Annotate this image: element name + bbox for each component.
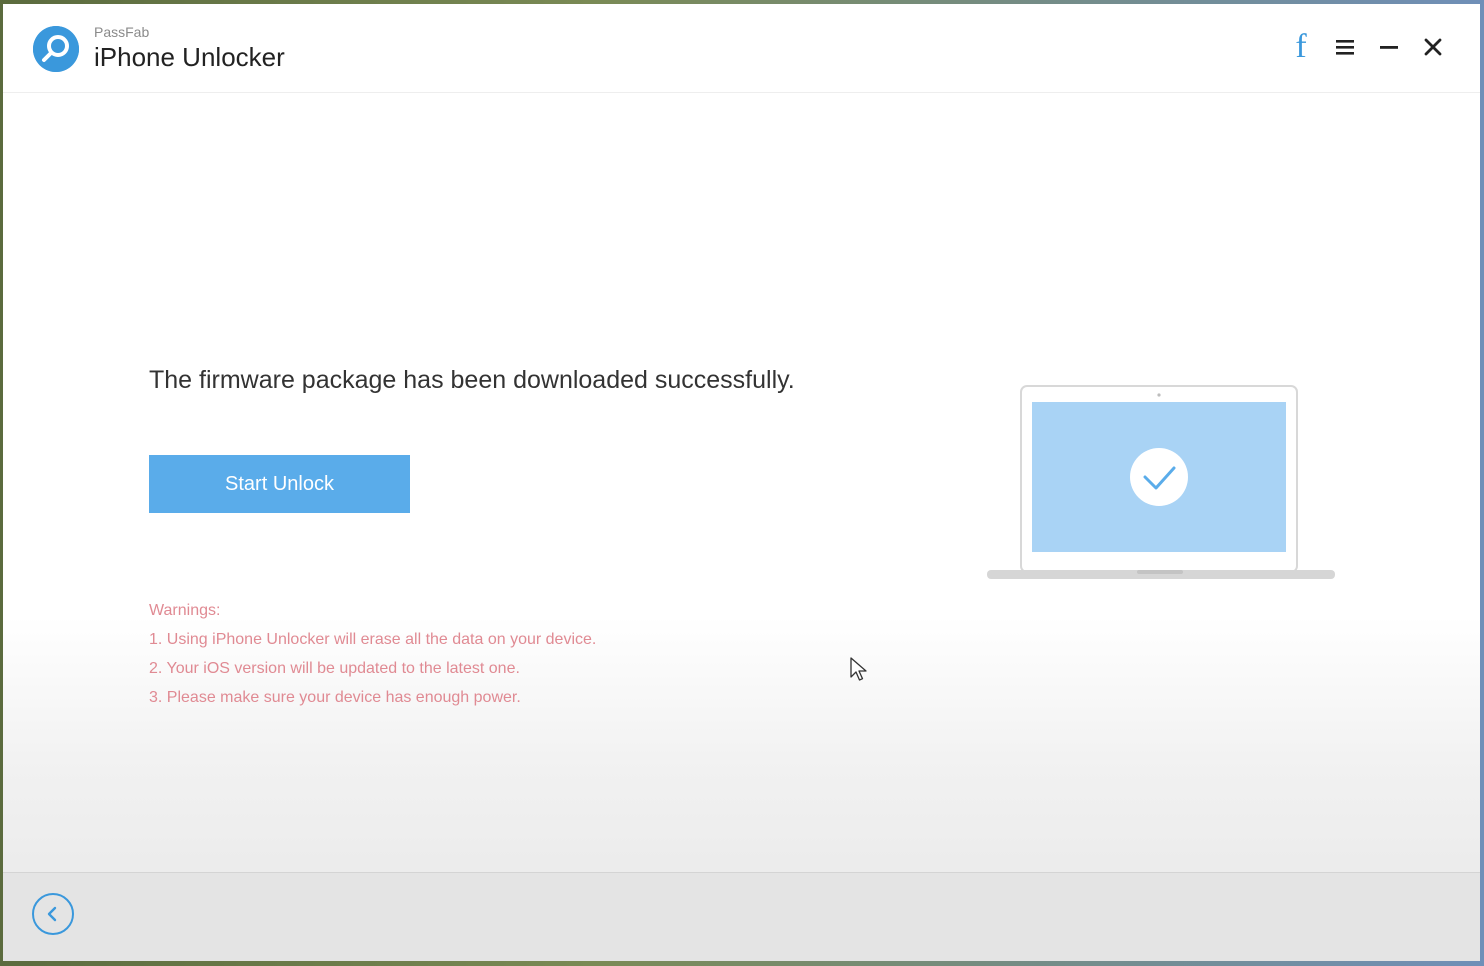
title-bar: PassFab iPhone Unlocker f: [3, 4, 1480, 93]
window-controls: f: [1290, 28, 1444, 65]
brand-name: PassFab: [94, 24, 150, 40]
passfab-logo-icon: [33, 26, 79, 72]
warning-item: 1. Using iPhone Unlocker will erase all …: [149, 631, 597, 648]
warnings-list: Warnings: 1. Using iPhone Unlocker will …: [149, 596, 596, 712]
minimize-icon[interactable]: [1378, 30, 1400, 64]
app-title: iPhone Unlocker: [94, 42, 285, 72]
facebook-icon[interactable]: f: [1290, 28, 1312, 65]
laptop-check-icon: [985, 384, 1337, 589]
warning-item: 3. Please make sure your device has enou…: [149, 689, 521, 706]
app-window: PassFab iPhone Unlocker f The firmware p…: [3, 4, 1480, 961]
warnings-heading: Warnings:: [149, 602, 221, 619]
warning-item: 2. Your iOS version will be updated to t…: [149, 660, 520, 677]
back-arrow-icon[interactable]: [32, 893, 74, 935]
close-icon[interactable]: [1422, 30, 1444, 64]
status-message: The firmware package has been downloaded…: [149, 366, 795, 394]
start-unlock-button[interactable]: Start Unlock: [149, 455, 410, 513]
menu-icon[interactable]: [1334, 30, 1356, 64]
mouse-cursor-icon: [850, 657, 868, 688]
footer-bar: [3, 872, 1480, 961]
